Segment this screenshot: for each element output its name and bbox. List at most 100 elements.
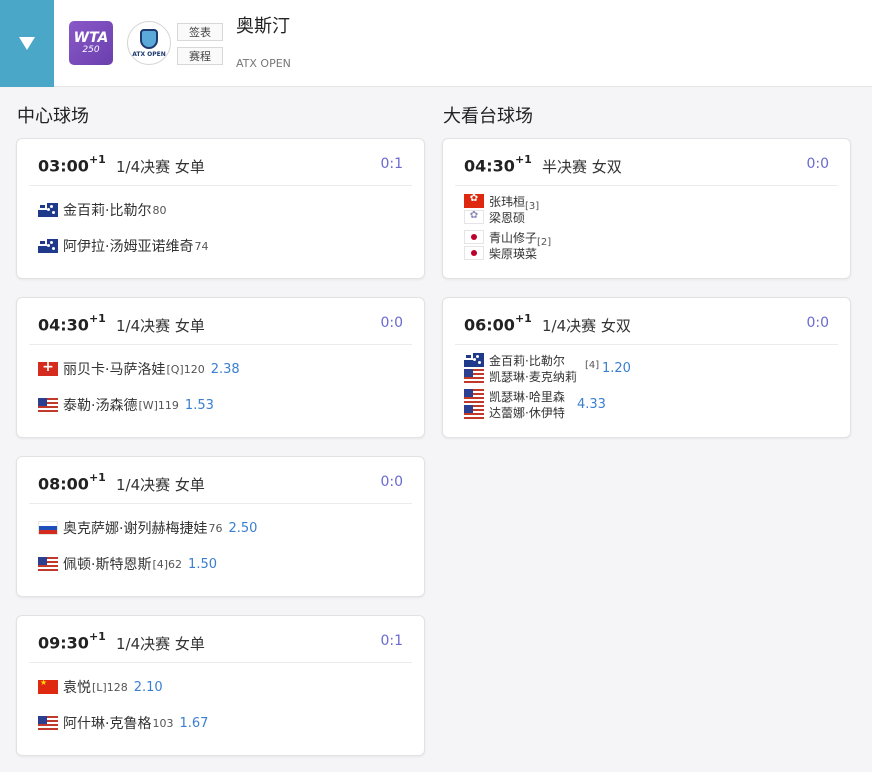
tournament-title: 奥斯汀 [236,16,290,37]
schedule-button[interactable]: 赛程 [177,47,223,65]
match-round: 1/4决赛 女单 [116,476,205,494]
usa-flag-icon [38,398,58,412]
match-round: 1/4决赛 女单 [116,158,205,176]
match-header: 08:00+1 1/4决赛 女单 0:0 [38,471,403,494]
player-name[interactable]: 柴原瑛菜 [489,245,537,262]
collapse-toggle-button[interactable] [0,0,54,87]
player-name[interactable]: 丽贝卡·马萨洛娃 [63,359,165,379]
player-odds[interactable]: 1.50 [188,557,217,572]
player-name[interactable]: 凯瑟琳·麦克纳莉 [489,368,577,385]
atx-open-logo: ATX OPEN [127,21,171,65]
triangle-down-icon [19,37,35,50]
tpe-flag-icon [464,210,484,224]
player-row[interactable]: 奥克萨娜·谢列赫梅捷娃 76 2.50 [38,519,257,537]
rus-flag-icon [38,521,58,535]
match-card[interactable]: 04:30+1 1/4决赛 女单 0:0 丽贝卡·马萨洛娃[Q]120 2.38 泰勒·汤… [16,297,425,438]
team-player: 凯瑟琳·麦克纳莉 [464,368,824,384]
team-odds[interactable]: 1.20 [602,361,631,376]
match-score[interactable]: 0:0 [806,315,829,331]
usa-flag-icon [464,405,484,419]
match-score[interactable]: 0:1 [380,633,403,649]
divider [455,344,838,345]
player-name[interactable]: 凯瑟琳·哈里森 [489,388,565,405]
player-name[interactable]: 青山修子 [489,229,537,246]
player-name[interactable]: 袁悦 [63,677,91,697]
match-card[interactable]: 04:30+1 半决赛 女双 0:0 张玮桓梁恩硕[3] 青山修子柴原瑛菜[2] [442,138,851,279]
player-rank: 80 [152,203,167,217]
match-score[interactable]: 0:0 [380,315,403,331]
player-rank: [Q]120 [166,362,205,376]
player-name[interactable]: 佩顿·斯特恩斯 [63,554,151,574]
player-name[interactable]: 阿伊拉·汤姆亚诺维奇 [63,236,193,256]
player-name[interactable]: 泰勒·汤森德 [63,395,137,415]
player-row[interactable]: 丽贝卡·马萨洛娃[Q]120 2.38 [38,360,240,378]
tournament-header: WTA 250 ATX OPEN 签表 赛程 奥斯汀 ATX OPEN [0,0,872,87]
match-time: 08:00+1 [38,471,106,494]
usa-flag-icon [38,557,58,571]
match-time: 03:00+1 [38,153,106,176]
aus-flag-icon [38,203,58,217]
player-rank: 76 [208,521,223,535]
player-odds[interactable]: 1.67 [179,716,208,731]
match-card[interactable]: 09:30+1 1/4决赛 女单 0:1 袁悦[L]128 2.10 阿什琳·克鲁格103… [16,615,425,756]
match-time: 04:30+1 [464,153,532,176]
team-player: 张玮桓 [464,193,824,209]
divider [29,503,412,504]
court-title-center: 中心球场 [17,106,89,127]
player-row[interactable]: 阿什琳·克鲁格 103 1.67 [38,714,208,732]
match-round: 1/4决赛 女双 [542,317,631,335]
player-name[interactable]: 梁恩硕 [489,209,525,226]
player-name[interactable]: 金百莉·比勒尔 [489,352,565,369]
match-card[interactable]: 06:00+1 1/4决赛 女双 0:0 金百莉·比勒尔 凯瑟琳·麦克纳莉 [4] 1.20… [442,297,851,438]
jpn-flag-icon [464,246,484,260]
team-player: 梁恩硕 [464,209,824,225]
bottom-strip [0,772,872,779]
team-odds[interactable]: 4.33 [577,397,606,412]
player-row[interactable]: 袁悦[L]128 2.10 [38,678,163,696]
player-odds[interactable]: 2.50 [228,521,257,536]
match-score[interactable]: 0:0 [806,156,829,172]
match-card[interactable]: 03:00+1 1/4决赛 女单 0:1 金百莉·比勒尔 80 阿伊拉·汤姆亚诺维奇 74 [16,138,425,279]
player-row[interactable]: 泰勒·汤森德 [W]119 1.53 [38,396,214,414]
player-name[interactable]: 阿什琳·克鲁格 [63,713,151,733]
player-name[interactable]: 奥克萨娜·谢列赫梅捷娃 [63,518,207,538]
player-name[interactable]: 金百莉·比勒尔 [63,200,151,220]
day-offset: +1 [514,312,532,325]
day-offset: +1 [88,312,106,325]
team-player: 金百莉·比勒尔 [464,352,824,368]
sui-flag-icon [38,362,58,376]
match-round: 半决赛 女双 [542,158,622,176]
team-block[interactable]: 青山修子 柴原瑛菜 [2] [464,229,824,261]
shield-icon [140,28,158,49]
day-offset: +1 [88,630,106,643]
draw-button[interactable]: 签表 [177,23,223,41]
player-row[interactable]: 金百莉·比勒尔 80 [38,201,166,219]
player-odds[interactable]: 2.10 [134,680,163,695]
player-odds[interactable]: 2.38 [211,362,240,377]
player-row[interactable]: 阿伊拉·汤姆亚诺维奇 74 [38,237,208,255]
player-odds[interactable]: 1.53 [185,398,214,413]
player-row[interactable]: 佩顿·斯特恩斯 [4]62 1.50 [38,555,217,573]
match-round: 1/4决赛 女单 [116,317,205,335]
divider [29,662,412,663]
team-block[interactable]: 张玮桓梁恩硕[3] [464,193,824,225]
player-name[interactable]: 达蕾娜·休伊特 [489,404,565,421]
player-rank: 103 [152,716,174,730]
aus-flag-icon [38,239,58,253]
match-time: 06:00+1 [464,312,532,335]
player-rank: 74 [194,239,209,253]
team-block[interactable]: 凯瑟琳·哈里森 达蕾娜·休伊特 4.33 [464,388,824,420]
team-seed: [2] [537,237,552,248]
team-player: 凯瑟琳·哈里森 [464,388,824,404]
usa-flag-icon [464,389,484,403]
match-score[interactable]: 0:0 [380,474,403,490]
team-block[interactable]: 金百莉·比勒尔 凯瑟琳·麦克纳莉 [4] 1.20 [464,352,824,384]
divider [29,185,412,186]
team-seed: [3] [525,201,540,212]
match-score[interactable]: 0:1 [380,156,403,172]
player-rank: [W]119 [138,398,179,412]
hkg-flag-icon [464,194,484,208]
match-card[interactable]: 08:00+1 1/4决赛 女单 0:0 奥克萨娜·谢列赫梅捷娃 76 2.50 佩顿·斯特… [16,456,425,597]
team-player: 达蕾娜·休伊特 [464,404,824,420]
player-name[interactable]: 张玮桓 [489,193,525,210]
